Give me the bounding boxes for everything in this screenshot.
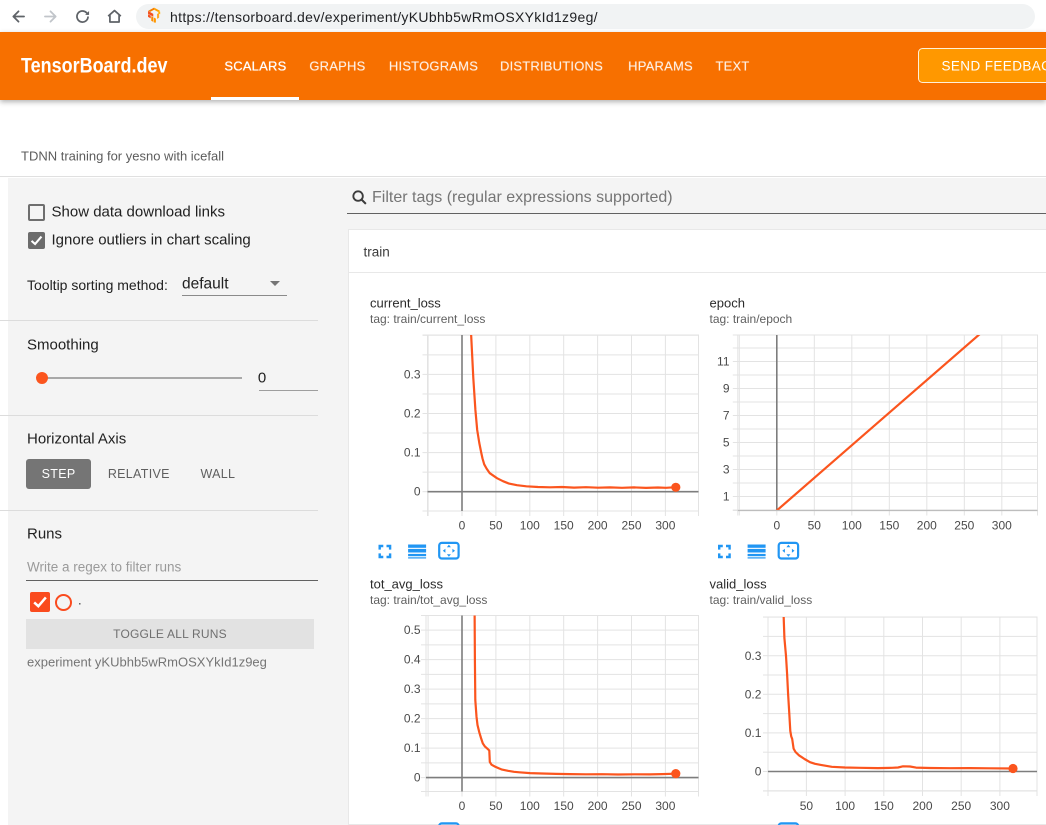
svg-text:0.5: 0.5	[404, 623, 421, 637]
svg-text:100: 100	[520, 799, 540, 813]
svg-text:0.1: 0.1	[404, 446, 421, 460]
svg-text:0: 0	[773, 519, 780, 533]
svg-text:300: 300	[655, 519, 675, 533]
svg-text:0: 0	[755, 765, 762, 779]
svg-text:300: 300	[992, 519, 1012, 533]
svg-text:200: 200	[917, 519, 937, 533]
svg-text:300: 300	[990, 799, 1010, 813]
svg-text:250: 250	[951, 799, 971, 813]
svg-text:0.1: 0.1	[404, 741, 421, 755]
svg-text:200: 200	[588, 519, 608, 533]
svg-text:150: 150	[554, 519, 574, 533]
svg-text:200: 200	[912, 799, 932, 813]
svg-text:150: 150	[874, 799, 894, 813]
svg-text:200: 200	[588, 799, 608, 813]
svg-text:0.2: 0.2	[404, 407, 421, 421]
svg-text:0: 0	[459, 799, 466, 813]
svg-text:0.2: 0.2	[745, 687, 762, 701]
svg-text:7: 7	[723, 408, 730, 422]
svg-text:50: 50	[489, 799, 503, 813]
svg-text:50: 50	[808, 519, 822, 533]
svg-text:100: 100	[520, 519, 540, 533]
svg-text:250: 250	[621, 799, 641, 813]
svg-text:0.3: 0.3	[404, 682, 421, 696]
svg-text:0.2: 0.2	[404, 712, 421, 726]
svg-text:50: 50	[800, 799, 814, 813]
svg-text:100: 100	[842, 519, 862, 533]
svg-text:11: 11	[717, 354, 730, 368]
svg-text:0.3: 0.3	[404, 367, 421, 381]
svg-text:0.4: 0.4	[404, 653, 421, 667]
svg-text:250: 250	[954, 519, 974, 533]
svg-text:50: 50	[489, 519, 503, 533]
svg-text:0: 0	[459, 519, 466, 533]
svg-text:0.1: 0.1	[745, 726, 762, 740]
svg-text:150: 150	[879, 519, 899, 533]
svg-text:300: 300	[655, 799, 675, 813]
svg-text:250: 250	[621, 519, 641, 533]
svg-text:5: 5	[723, 435, 730, 449]
svg-text:150: 150	[554, 799, 574, 813]
svg-text:1: 1	[723, 489, 730, 503]
svg-text:0: 0	[414, 771, 421, 785]
svg-text:0: 0	[414, 485, 421, 499]
svg-text:0.3: 0.3	[745, 649, 762, 663]
svg-text:100: 100	[835, 799, 855, 813]
svg-text:9: 9	[723, 381, 730, 395]
svg-text:3: 3	[723, 462, 730, 476]
